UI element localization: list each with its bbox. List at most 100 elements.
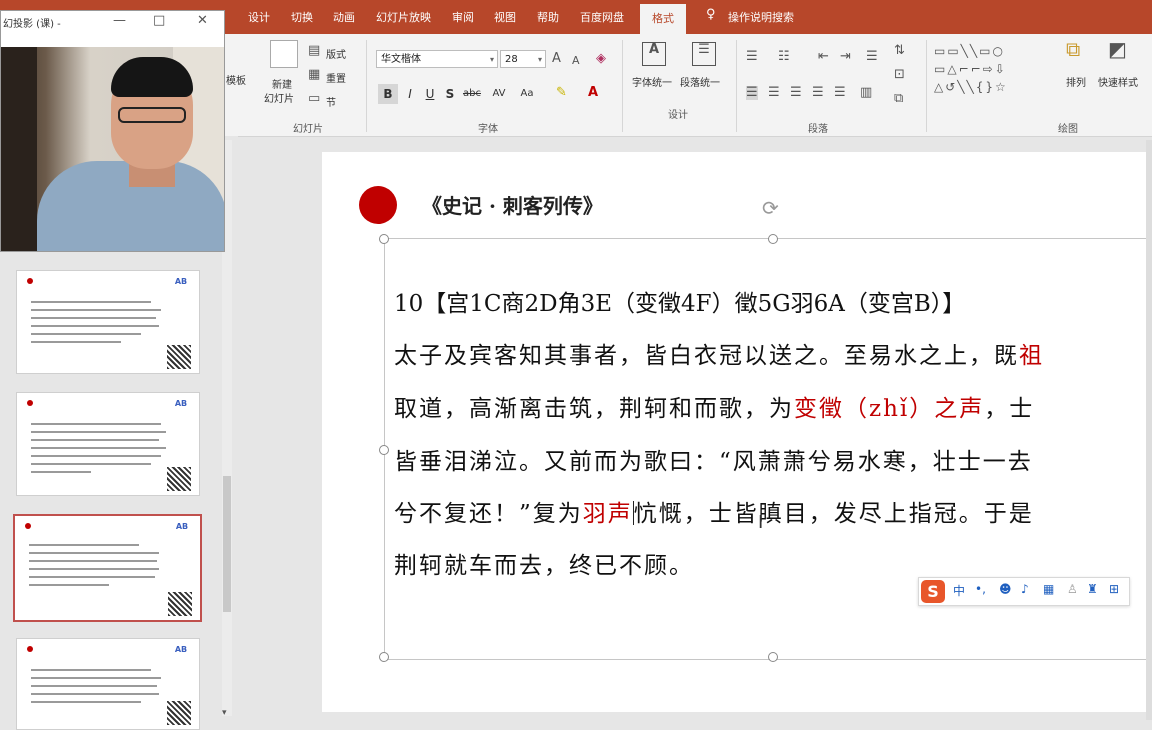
- user-icon[interactable]: ♙: [1067, 582, 1078, 596]
- underline-button[interactable]: U: [420, 84, 440, 104]
- separator: [366, 40, 367, 132]
- text-line: [31, 325, 159, 327]
- shrink-font-icon[interactable]: A: [572, 54, 580, 68]
- ime-toolbar[interactable]: S 中 •, ☻ ♪ ▦ ♙ ♜ ⊞: [918, 577, 1130, 606]
- webcam-video: [1, 47, 224, 251]
- new-slide-label-2[interactable]: 幻灯片: [264, 90, 294, 105]
- text-line: [31, 677, 161, 679]
- keyboard-icon[interactable]: ▦: [1043, 582, 1054, 596]
- maximize-button[interactable]: □: [153, 13, 165, 28]
- tab-review[interactable]: 审阅: [452, 9, 474, 25]
- separator: [926, 40, 927, 132]
- arrange-icon[interactable]: ⧉: [1066, 39, 1080, 59]
- glasses: [118, 107, 186, 123]
- italic-button[interactable]: I: [400, 84, 420, 104]
- font-name-combo[interactable]: 华文楷体 ▾: [376, 50, 498, 68]
- reset-button[interactable]: 重置: [326, 70, 346, 85]
- highlighted-text: 羽声: [582, 501, 633, 527]
- align-center-icon[interactable]: ☰: [768, 86, 780, 100]
- bullets-icon[interactable]: ☰: [746, 50, 758, 64]
- character-spacing-button[interactable]: AV: [488, 84, 510, 104]
- text-line: [31, 693, 159, 695]
- emoji-icon[interactable]: ☻: [999, 582, 1012, 596]
- toolbox-grid-icon[interactable]: ⊞: [1109, 582, 1119, 596]
- resize-handle[interactable]: [379, 445, 389, 455]
- tab-design[interactable]: 设计: [248, 9, 270, 25]
- justify-icon[interactable]: ☰: [812, 86, 824, 100]
- bold-button[interactable]: B: [378, 84, 398, 104]
- slide-canvas: 《史记 · 刺客列传》 ⟳ 10【宫1C商2D角3E（变徵4F）徵5G羽6A（变…: [322, 152, 1152, 712]
- align-left-icon[interactable]: ☰: [746, 86, 758, 100]
- scroll-down-icon[interactable]: ▾: [222, 706, 227, 720]
- smartart-icon[interactable]: ⧉: [894, 92, 903, 106]
- logo-icon: AB: [174, 645, 188, 654]
- resize-handle[interactable]: [379, 652, 389, 662]
- clear-format-icon[interactable]: ◈: [596, 52, 606, 66]
- background-shelf: [1, 47, 37, 251]
- highlight-icon[interactable]: ✎: [556, 86, 567, 100]
- webcam-window[interactable]: 幻投影 (课) - — □ ✕: [0, 10, 225, 252]
- tab-help[interactable]: 帮助: [537, 9, 559, 25]
- tab-format[interactable]: 格式: [640, 4, 686, 34]
- text-line: [31, 701, 141, 703]
- close-button[interactable]: ✕: [197, 13, 208, 28]
- arrange-button[interactable]: 排列: [1066, 74, 1086, 89]
- skin-shirt-icon[interactable]: ♜: [1087, 582, 1098, 596]
- slide-thumbnail-selected[interactable]: AB: [13, 514, 202, 622]
- text-unify-icon[interactable]: A: [642, 42, 666, 66]
- columns-icon[interactable]: ▥: [860, 86, 872, 100]
- tab-slideshow[interactable]: 幻灯片放映: [376, 9, 431, 25]
- resize-handle[interactable]: [768, 652, 778, 662]
- para-unify-button[interactable]: 段落统一: [680, 74, 720, 89]
- slide-thumbnail[interactable]: AB: [16, 392, 200, 496]
- lightbulb-icon: ♀: [706, 7, 716, 22]
- punctuation-toggle[interactable]: •,: [975, 582, 986, 596]
- minimize-button[interactable]: —: [113, 13, 126, 28]
- slide-thumbnail[interactable]: AB: [16, 270, 200, 374]
- quick-styles-icon[interactable]: ◩: [1108, 39, 1127, 59]
- text-line: [29, 576, 155, 578]
- paragraph-group-label: 段落: [808, 124, 828, 135]
- scrollbar-thumb[interactable]: [223, 476, 231, 612]
- tab-animations[interactable]: 动画: [333, 9, 355, 25]
- align-right-icon[interactable]: ☰: [790, 86, 802, 100]
- numbering-icon[interactable]: ☷: [778, 50, 790, 64]
- text-direction-icon[interactable]: ⇅: [894, 44, 905, 58]
- tab-view[interactable]: 视图: [494, 9, 516, 25]
- quick-styles-button[interactable]: 快速样式: [1098, 74, 1138, 89]
- tell-me-search[interactable]: 操作说明搜索: [728, 9, 794, 25]
- font-size-combo[interactable]: 28 ▾: [500, 50, 546, 68]
- logo-icon: AB: [174, 399, 188, 408]
- slide-thumbnail[interactable]: AB: [16, 638, 200, 730]
- editor-scrollbar[interactable]: [1146, 140, 1152, 720]
- section-icon: ▭: [308, 91, 321, 106]
- text-line: [31, 471, 91, 473]
- layout-button[interactable]: 版式: [326, 46, 346, 61]
- rotate-handle-icon[interactable]: ⟳: [762, 196, 779, 220]
- change-case-button[interactable]: Aa: [516, 84, 538, 104]
- new-slide-icon[interactable]: [270, 40, 298, 68]
- text-unify-button[interactable]: 字体统一: [632, 74, 672, 89]
- text-run: 兮不复还！”复为: [394, 501, 583, 527]
- separator: [736, 40, 737, 132]
- resize-handle[interactable]: [379, 234, 389, 244]
- decrease-indent-icon[interactable]: ⇤: [818, 50, 829, 64]
- tab-baidu-netdisk[interactable]: 百度网盘: [580, 9, 624, 25]
- distribute-icon[interactable]: ☰: [834, 86, 846, 100]
- strikethrough-button[interactable]: abc: [460, 84, 484, 104]
- align-text-icon[interactable]: ⊡: [894, 68, 905, 82]
- shapes-gallery[interactable]: ▭▭╲╲▭○ ▭△⌐⌐⇨⇩ △↺╲╲{}☆: [934, 42, 1058, 98]
- ime-lang-toggle[interactable]: 中: [953, 582, 965, 599]
- tab-transitions[interactable]: 切换: [291, 9, 313, 25]
- font-color-icon[interactable]: A: [588, 86, 598, 100]
- para-unify-icon[interactable]: ☰: [692, 42, 716, 66]
- section-button[interactable]: 节: [326, 94, 336, 109]
- line-spacing-icon[interactable]: ☰: [866, 50, 878, 64]
- new-slide-label-1[interactable]: 新建: [272, 76, 292, 91]
- slide-title[interactable]: 《史记 · 刺客列传》: [422, 190, 603, 219]
- resize-handle[interactable]: [768, 234, 778, 244]
- shadow-button[interactable]: S: [440, 84, 460, 104]
- grow-font-icon[interactable]: A: [552, 52, 561, 66]
- microphone-icon[interactable]: ♪: [1021, 582, 1029, 596]
- increase-indent-icon[interactable]: ⇥: [840, 50, 851, 64]
